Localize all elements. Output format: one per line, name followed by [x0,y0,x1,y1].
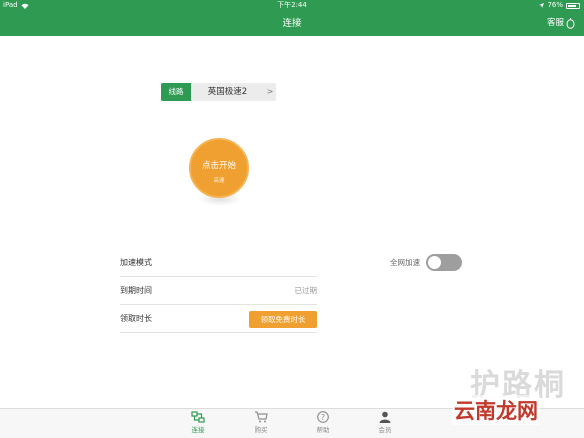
start-button-status: 高速 [213,178,225,184]
tab-buy-label: 购买 [254,426,268,434]
member-icon [379,411,391,423]
route-tag: 线路 [161,83,191,101]
cart-icon [255,411,268,423]
route-name: 英国极速2 [207,87,248,97]
tab-help-label: 帮助 [316,426,330,434]
mode-label: 加速模式 [120,258,152,267]
start-button-label: 点击开始 [201,161,236,171]
page-title: 连接 [282,18,302,29]
tab-connect-label: 连接 [191,426,205,434]
tab-member-label: 会员 [378,426,392,434]
watermark-bottom: 云南龙网 [452,395,540,425]
expiry-value: 已过期 [294,286,318,295]
claim-label: 领取时长 [120,314,152,323]
mode-switch-label: 全网加速 [390,258,420,267]
connect-icon [191,411,205,423]
tab-connect[interactable]: 连接 [178,411,218,434]
nav-bar: 连接 客服 [0,11,584,36]
toggle-knob [428,256,441,269]
customer-service-button[interactable]: 客服 [547,11,575,36]
status-bar: iPad 下午2:44 76% [0,0,584,11]
route-selector[interactable]: 线路 英国极速2 > [161,83,276,101]
mode-toggle[interactable] [426,254,462,271]
svg-text:?: ? [321,413,325,422]
claim-free-time-button[interactable]: 领取免费时长 [249,311,317,328]
claim-row: 领取时长 领取免费时长 [120,305,317,333]
headset-icon [566,18,575,29]
start-button[interactable]: 点击开始 高速 [189,138,249,198]
chevron-right-icon: > [266,87,274,96]
tab-help[interactable]: ? 帮助 [303,411,343,434]
battery-percent: 76% [547,1,563,9]
customer-service-label: 客服 [546,18,564,28]
mode-row: 加速模式 [120,249,317,277]
help-icon: ? [317,411,329,423]
tab-buy[interactable]: 购买 [241,411,281,434]
status-time: 下午2:44 [277,1,307,9]
location-icon [539,3,545,8]
expiry-label: 到期时间 [120,286,152,295]
battery-icon [566,2,580,9]
tab-member[interactable]: 会员 [365,411,405,434]
expiry-row: 到期时间 已过期 [120,277,317,305]
